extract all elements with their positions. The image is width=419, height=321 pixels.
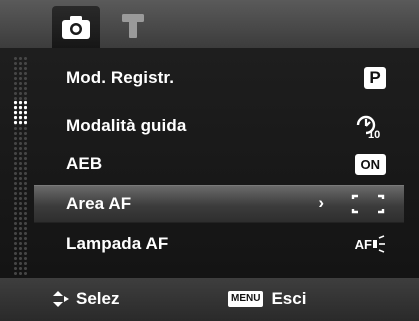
menu-item-label: AEB (66, 154, 103, 173)
on-badge-icon: ON (354, 152, 386, 176)
menu-item-label: Modalità guida (66, 116, 187, 135)
menu-item-label: Area AF (66, 194, 132, 213)
menu-item-aeb[interactable]: AEB ON (34, 146, 404, 182)
menu-item-mod-registr[interactable]: Mod. Registr. P (34, 60, 404, 96)
camera-icon (62, 16, 90, 39)
menu-item-modalita-guida[interactable]: Modalità guida 10 (34, 108, 404, 144)
exit-label: Esci (271, 289, 307, 308)
camera-menu-screen: Mod. Registr. P Modalità guida 10 AEB ON (0, 0, 419, 321)
program-mode-p-icon: P (364, 66, 386, 90)
af-area-bracket-icon (350, 192, 386, 216)
scrollbar-thumb[interactable] (13, 100, 27, 126)
menu-footer: Selez MENU Esci (0, 278, 419, 321)
af-bracket-glyph (351, 194, 385, 214)
select-hint: Selez (52, 289, 119, 309)
exit-hint[interactable]: MENU Esci (228, 289, 306, 309)
scrollbar-track (13, 56, 27, 276)
menu-key-icon: MENU (228, 291, 264, 307)
menu-item-area-af[interactable]: Area AF › (34, 185, 404, 223)
scrollbar[interactable] (13, 56, 27, 276)
lamp-rays-glyph (373, 235, 385, 253)
af-lamp-icon: AF (355, 232, 386, 256)
menu-header (0, 0, 419, 48)
submenu-arrow-icon: › (318, 193, 324, 212)
tab-camera[interactable] (52, 6, 100, 48)
tab-setup[interactable] (118, 12, 148, 42)
up-down-arrow-icon (53, 291, 69, 307)
menu-item-label: Mod. Registr. (66, 68, 175, 87)
menu-item-lampada-af[interactable]: Lampada AF AF (34, 226, 404, 262)
wrench-icon (122, 14, 144, 38)
settings-menu: Mod. Registr. P Modalità guida 10 AEB ON (0, 48, 419, 278)
svg-text:10: 10 (368, 129, 380, 139)
self-timer-10s-icon: 10 (352, 114, 386, 139)
menu-item-label: Lampada AF (66, 234, 169, 253)
select-label: Selez (76, 289, 120, 308)
self-timer-glyph: 10 (356, 115, 380, 139)
